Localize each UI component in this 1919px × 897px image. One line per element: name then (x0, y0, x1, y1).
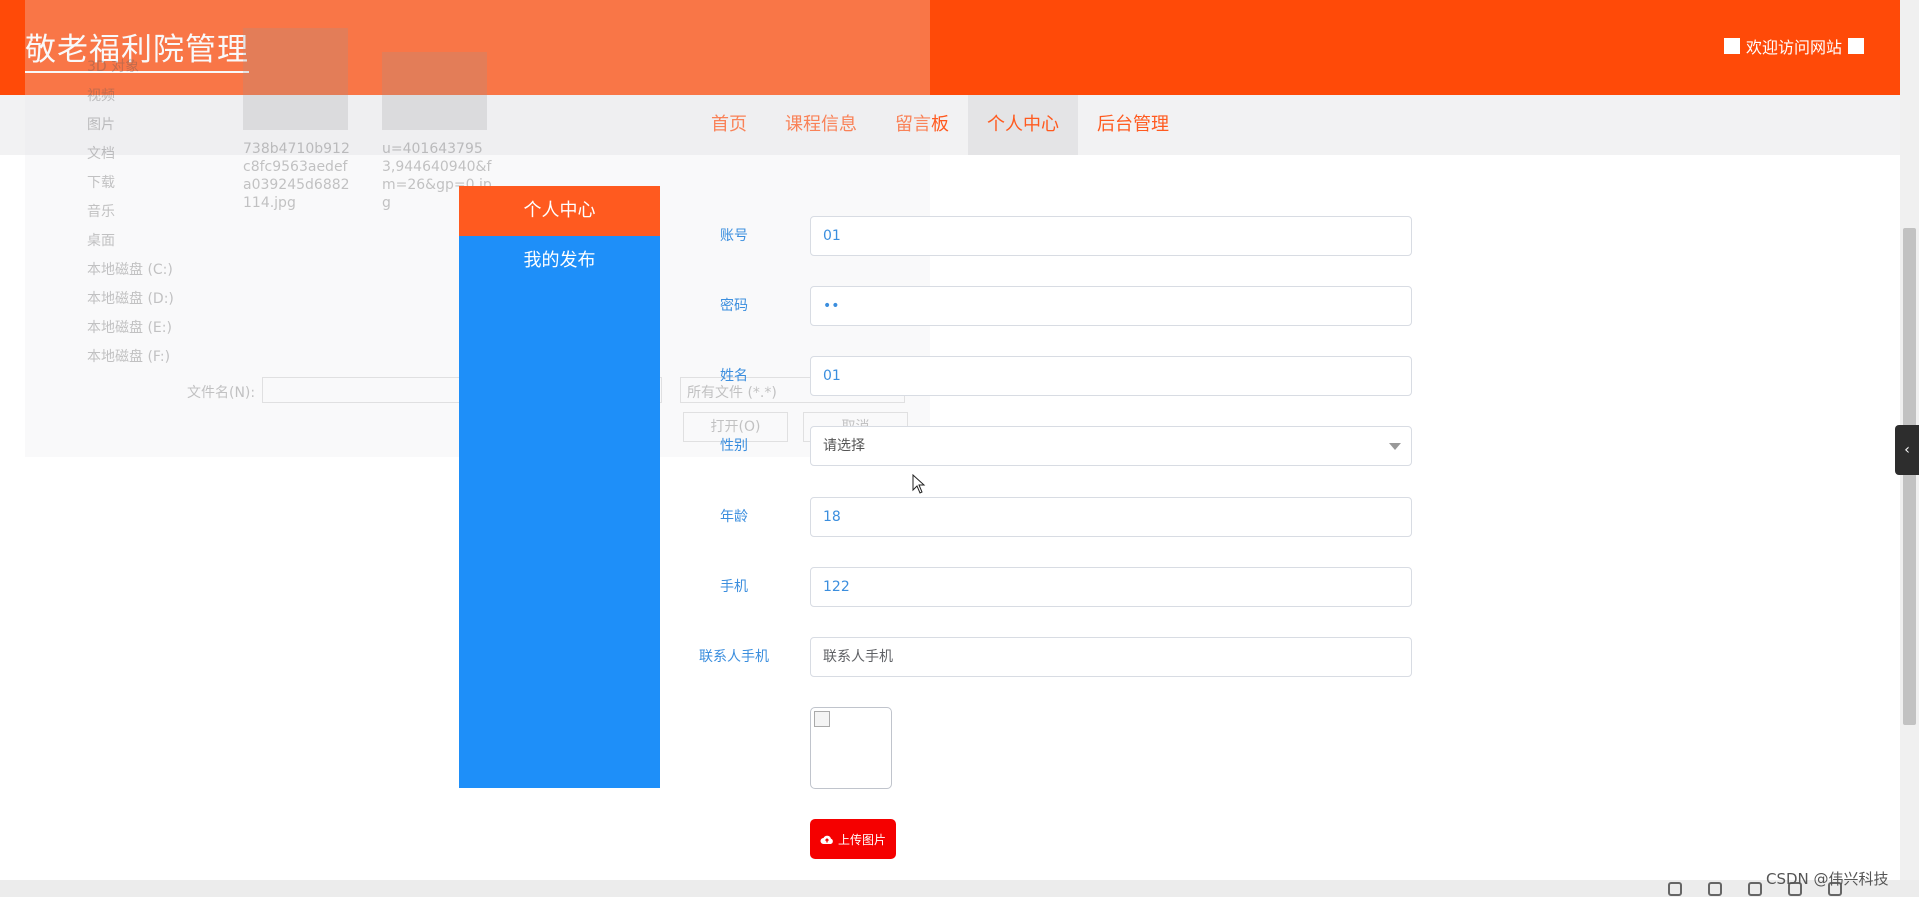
personal-sidebar: 个人中心 我的发布 (459, 186, 660, 788)
broken-image-icon (814, 711, 830, 727)
tray-icon[interactable] (1668, 882, 1682, 896)
name-label: 姓名 (720, 368, 748, 384)
form-row-name: 姓名 (690, 356, 1412, 396)
nav-item-message-board[interactable]: 留言板 (876, 95, 968, 155)
ghost-folder: 下载 (87, 175, 115, 191)
csdn-watermark: CSDN @伟兴科技 (1766, 870, 1889, 888)
age-input[interactable] (810, 497, 1412, 537)
site-header: 敬老福利院管理 欢迎访问网站 (0, 0, 1900, 95)
tray-icon[interactable] (1748, 882, 1762, 896)
phone-label: 手机 (720, 579, 748, 595)
site-title[interactable]: 敬老福利院管理 (25, 24, 249, 73)
form-row-password: 密码 •• (690, 286, 1412, 326)
form-row-account: 账号 (690, 216, 1412, 256)
square-icon (1723, 38, 1740, 54)
name-input[interactable] (810, 356, 1412, 396)
cloud-upload-icon (820, 834, 834, 845)
square-icon (1848, 38, 1864, 54)
age-label: 年龄 (720, 509, 748, 525)
ghost-folder: 音乐 (87, 204, 115, 220)
ghost-drive: 本地磁盘 (C:) (87, 262, 173, 278)
chevron-down-icon (1389, 443, 1401, 450)
gender-label: 性别 (720, 438, 748, 454)
form-row-gender: 性别 请选择 (690, 426, 1412, 466)
tray-icon[interactable] (1708, 882, 1722, 896)
form-row-contact-phone: 联系人手机 (690, 637, 1412, 677)
nav-item-admin[interactable]: 后台管理 (1078, 95, 1188, 155)
mouse-cursor-icon (912, 473, 926, 498)
form-row-age: 年龄 (690, 497, 1412, 537)
nav-item-personal-center[interactable]: 个人中心 (968, 95, 1078, 155)
scrollbar-thumb[interactable] (1903, 228, 1916, 725)
main-nav: 首页 课程信息 留言板 个人中心 后台管理 (0, 95, 1900, 155)
contact-phone-input[interactable] (810, 637, 1412, 677)
ghost-filename-label: 文件名(N): (187, 385, 256, 401)
nav-item-home[interactable]: 首页 (692, 95, 766, 155)
gender-select[interactable]: 请选择 (810, 426, 1412, 466)
phone-input[interactable] (810, 567, 1412, 607)
welcome-text[interactable]: 欢迎访问网站 (1746, 34, 1842, 58)
form-row-phone: 手机 (690, 567, 1412, 607)
welcome-area: 欢迎访问网站 (1723, 34, 1864, 58)
chevron-left-icon[interactable]: ‹ (1895, 425, 1919, 475)
password-input[interactable]: •• (810, 286, 1412, 326)
sidebar-item-my-posts[interactable]: 我的发布 (459, 236, 660, 286)
account-label: 账号 (720, 228, 748, 244)
upload-image-button[interactable]: 上传图片 (810, 819, 896, 859)
avatar-preview (810, 707, 892, 789)
ghost-drive: 本地磁盘 (E:) (87, 320, 172, 336)
ghost-folder: 桌面 (87, 233, 115, 249)
contact-phone-label: 联系人手机 (699, 649, 769, 665)
upload-image-label: 上传图片 (837, 832, 886, 847)
ghost-drive: 本地磁盘 (D:) (87, 291, 174, 307)
account-input[interactable] (810, 216, 1412, 256)
ghost-drive: 本地磁盘 (F:) (87, 349, 171, 365)
sidebar-item-personal-center[interactable]: 个人中心 (459, 186, 660, 236)
bottom-taskbar-strip (0, 880, 1919, 897)
nav-item-courses[interactable]: 课程信息 (766, 95, 876, 155)
password-label: 密码 (720, 298, 748, 314)
gender-select-placeholder: 请选择 (823, 438, 865, 454)
